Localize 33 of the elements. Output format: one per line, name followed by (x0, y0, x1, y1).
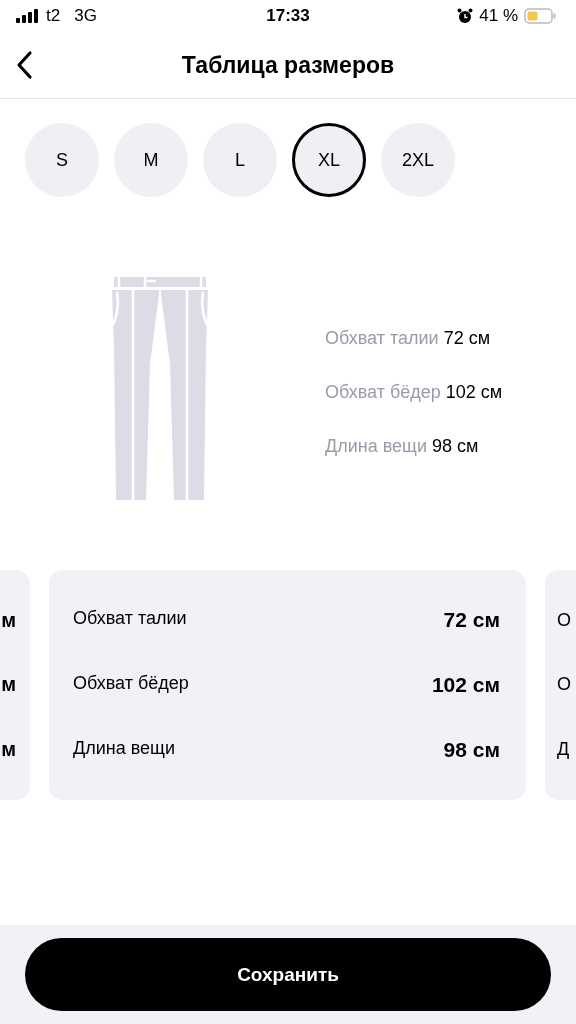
alarm-clock-icon (457, 8, 474, 24)
clock-time: 17:33 (266, 6, 310, 25)
measurement-label: Обхват талии (73, 608, 187, 631)
network-type: 3G (74, 6, 97, 26)
measurement-label: Обхват бёдер (325, 381, 441, 402)
measurement-label: О (557, 674, 571, 696)
measurement-label: Д (557, 739, 570, 761)
measurement-value: 102 см (445, 381, 503, 402)
measurement-value: 102 см (431, 673, 500, 697)
size-option[interactable]: L (203, 123, 277, 197)
measurement-label: Длина вещи (73, 737, 175, 760)
measurement-value: м (1, 608, 16, 632)
measurement-value: 98 см (443, 737, 500, 762)
measurement-value: 72 см (443, 327, 491, 348)
measurement-value: м (1, 673, 16, 697)
battery-percent: 41 % (479, 6, 518, 26)
signal-icon (16, 9, 40, 23)
measurement-value: м (1, 738, 16, 762)
measurement-label: О (557, 609, 571, 631)
save-button[interactable]: Сохранить (25, 938, 551, 1011)
measurement-label: Длина вещи (325, 435, 427, 456)
size-option[interactable]: S (25, 123, 99, 197)
measurement-value: 98 см (431, 435, 479, 456)
screen-title: Таблица размеров (181, 51, 395, 79)
carrier-name: t2 (46, 6, 61, 26)
measurement-value: 72 см (443, 608, 500, 633)
measurement-label: Обхват бёдер (73, 673, 189, 695)
size-option[interactable]: M (114, 123, 188, 197)
back-chevron-icon (15, 50, 33, 80)
size-option[interactable]: 2XL (381, 123, 455, 197)
measurement-label: Обхват талии (325, 327, 439, 348)
battery-icon (524, 8, 556, 24)
size-option[interactable]: XL (292, 123, 366, 197)
